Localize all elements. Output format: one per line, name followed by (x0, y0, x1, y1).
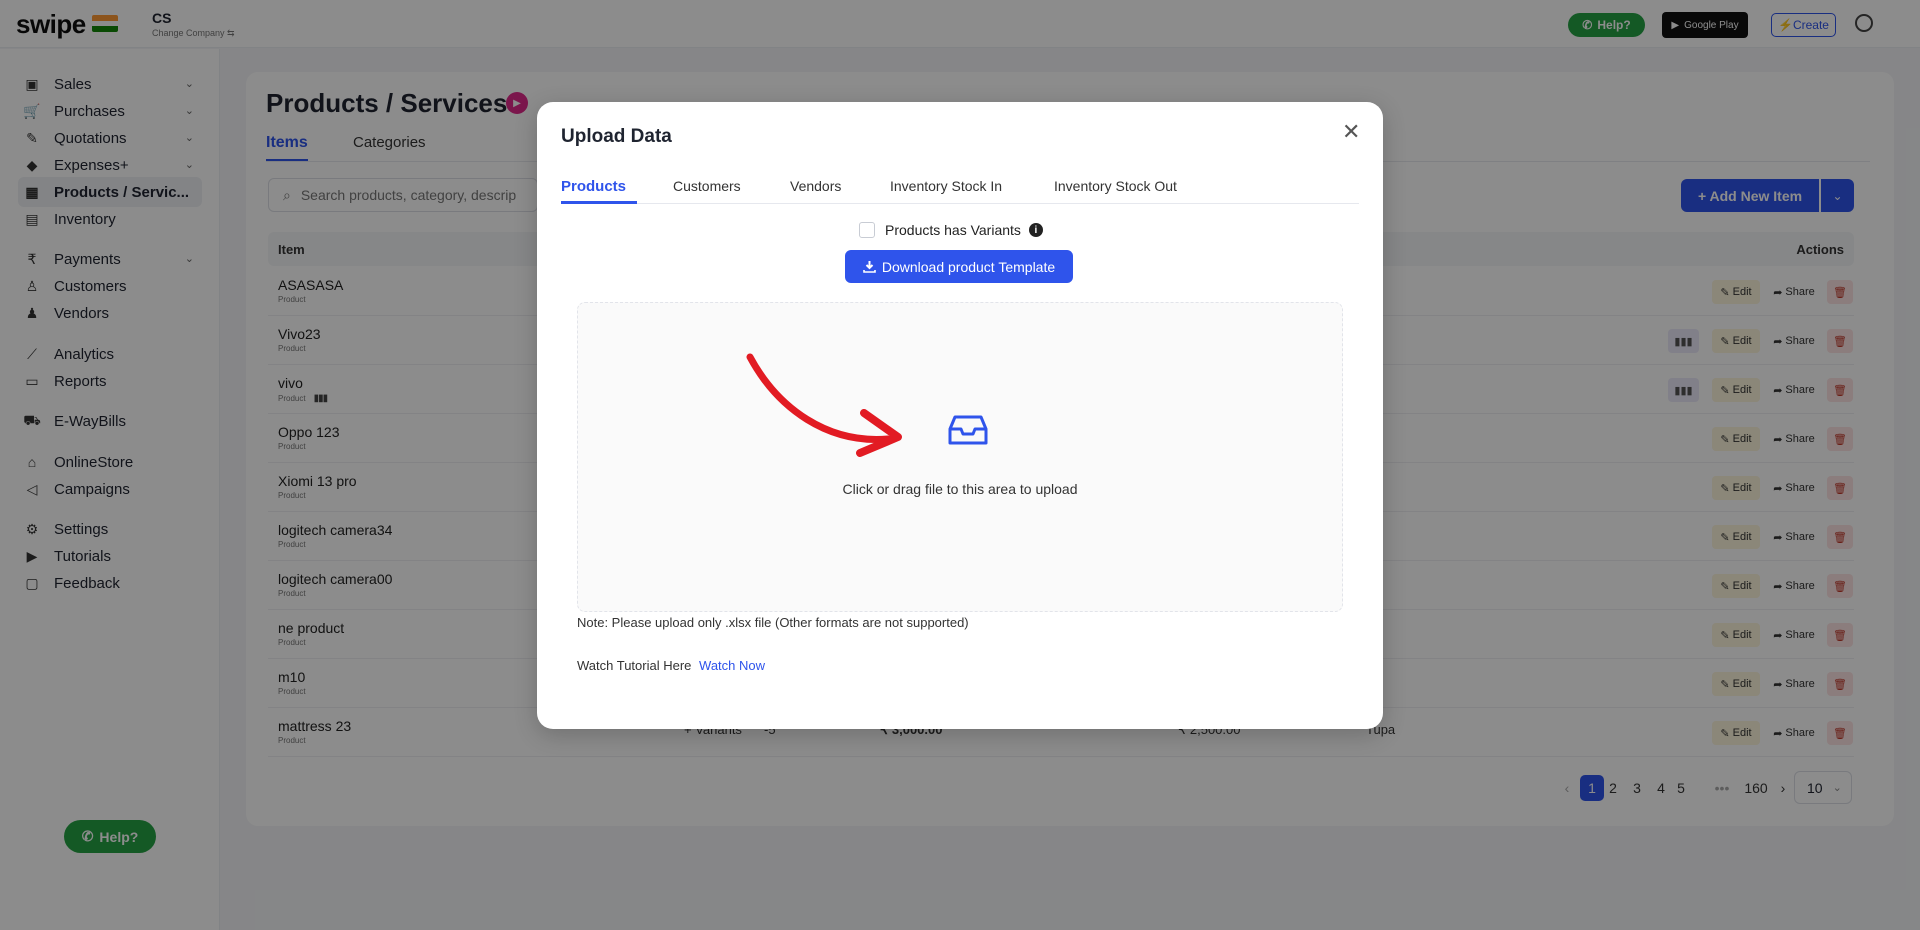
download-template-button[interactable]: Download product Template (845, 250, 1073, 283)
tab-vendors[interactable]: Vendors (790, 178, 841, 194)
tab-inventory-stock-out[interactable]: Inventory Stock Out (1054, 178, 1177, 194)
inbox-icon (948, 415, 988, 445)
close-icon[interactable]: ✕ (1342, 119, 1360, 145)
variants-option: Products has Variants i (859, 222, 1043, 238)
tab-inventory-stock-in[interactable]: Inventory Stock In (890, 178, 1002, 194)
tutorial-label: Watch Tutorial Here (577, 658, 692, 673)
download-icon (863, 261, 876, 273)
variants-checkbox[interactable] (859, 222, 875, 238)
tab-products[interactable]: Products (561, 178, 626, 195)
info-icon[interactable]: i (1028, 223, 1043, 237)
upload-note: Note: Please upload only .xlsx file (Oth… (577, 615, 969, 630)
dropzone-text: Click or drag file to this area to uploa… (842, 481, 1078, 497)
tutorial-line: Watch Tutorial Here Watch Now (577, 658, 765, 673)
red-arrow-icon (746, 353, 902, 457)
download-template-label: Download product Template (881, 258, 1056, 275)
upload-data-modal: Upload Data ✕ Products Customers Vendors… (537, 102, 1383, 729)
tabs-divider (561, 203, 1359, 204)
active-tab-indicator (561, 201, 637, 204)
modal-title: Upload Data (561, 126, 672, 147)
file-upload-dropzone[interactable]: Click or drag file to this area to uploa… (577, 302, 1343, 612)
variants-label: Products has Variants (885, 222, 1021, 238)
tab-customers[interactable]: Customers (673, 178, 741, 194)
watch-now-link[interactable]: Watch Now (699, 658, 765, 673)
